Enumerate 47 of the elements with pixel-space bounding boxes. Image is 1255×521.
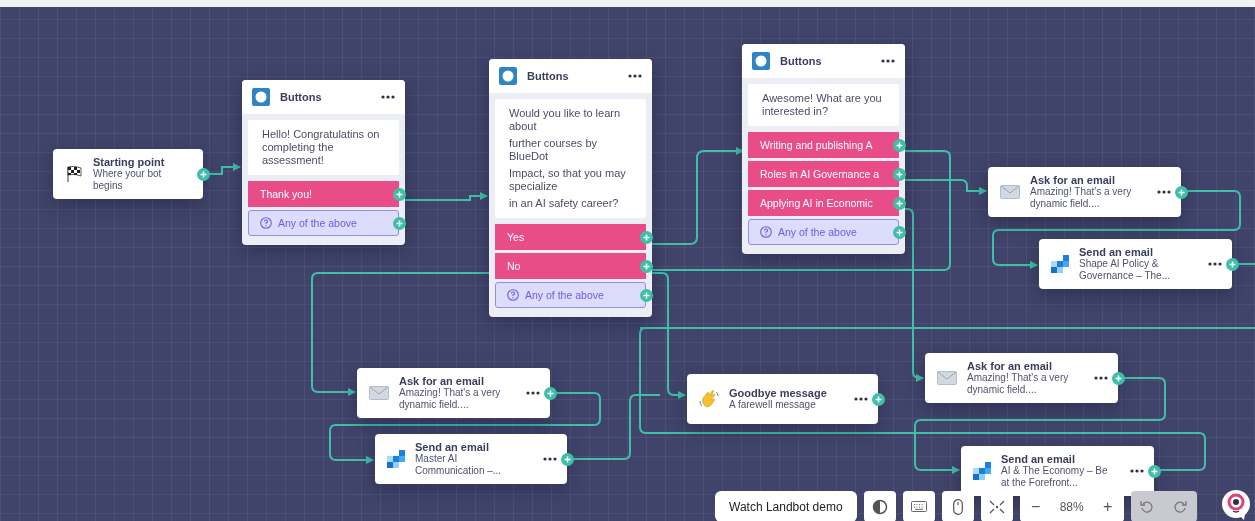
node-title: Starting point bbox=[93, 156, 166, 168]
buttons-node[interactable]: Buttons Hello! Congratulatins on completing the assessment! Thank you! Any of the above bbox=[242, 80, 405, 245]
reply-option[interactable]: Roles in AI Governance a bbox=[748, 161, 899, 187]
fallback-option[interactable]: Any of the above bbox=[748, 219, 899, 245]
node-subtitle: Amazing! That's a very dynamic field.... bbox=[967, 372, 1070, 396]
node-title: Ask for an email bbox=[967, 360, 1053, 372]
flow-node[interactable]: Ask for an email Amazing! That's a very dynamic field.... bbox=[988, 167, 1181, 217]
flow-node[interactable]: Send an email AI & The Economy – Be at the Forefront... bbox=[961, 446, 1154, 496]
reply-option[interactable]: Yes bbox=[495, 224, 646, 250]
fallback-option[interactable]: Any of the above bbox=[248, 210, 399, 236]
zoom-level: 88% bbox=[1058, 499, 1085, 514]
node-title: Buttons bbox=[527, 70, 570, 82]
reply-option[interactable]: Thank you! bbox=[248, 181, 399, 207]
message-text: Awesome! What are you interested in? bbox=[762, 92, 883, 118]
reply-option[interactable]: Applying AI in Economic bbox=[748, 190, 899, 216]
fallback-option[interactable]: Any of the above bbox=[495, 282, 646, 308]
node-title: Buttons bbox=[780, 55, 823, 67]
node-title: Ask for an email bbox=[399, 375, 485, 387]
message-text: Would you like to learn about bbox=[509, 107, 622, 133]
flow-node[interactable]: Goodbye message A farewell message bbox=[687, 374, 878, 424]
flow-node[interactable]: Ask for an email Amazing! That's a very dynamic field.... bbox=[357, 368, 550, 418]
buttons-node[interactable]: Buttons Awesome! What are you interested in? Writing and publishing A Roles in AI Governance a Applying AI in Economic Any of the above bbox=[742, 44, 905, 254]
node-subtitle: Shape AI Policy & Governance – The... bbox=[1079, 258, 1171, 282]
node-title: Ask for an email bbox=[1030, 174, 1116, 186]
node-title: Send an email bbox=[1001, 453, 1076, 465]
node-subtitle: Master AI Communication –... bbox=[415, 453, 503, 477]
node-subtitle: A farewell message bbox=[729, 399, 817, 411]
node-subtitle: Amazing! That's a very dynamic field.... bbox=[399, 387, 502, 411]
flow-node[interactable]: Send an email Master AI Communication –... bbox=[375, 434, 567, 484]
buttons-node[interactable]: Buttons Would you like to learn about further courses by BlueDot Impact, so that you may specialize in an AI safety career? Yes No Any of the above bbox=[489, 59, 652, 317]
message-text: in an AI safety career? bbox=[509, 197, 620, 210]
flow-node[interactable]: Ask for an email Amazing! That's a very dynamic field.... bbox=[925, 353, 1118, 403]
demo-button[interactable]: Watch Landbot demo bbox=[715, 491, 857, 521]
start-node[interactable]: Starting point Where your bot begins bbox=[53, 149, 203, 199]
flow-node[interactable]: Send an email Shape AI Policy & Governance – The... bbox=[1039, 239, 1232, 289]
message-text: further courses by BlueDot bbox=[509, 137, 599, 163]
node-title: Send an email bbox=[415, 441, 490, 453]
reply-option[interactable]: Writing and publishing A bbox=[748, 132, 899, 158]
node-subtitle: AI & The Economy – Be at the Forefront... bbox=[1001, 465, 1109, 489]
node-subtitle: Amazing! That's a very dynamic field.... bbox=[1030, 186, 1133, 210]
node-title: Send an email bbox=[1079, 246, 1154, 258]
message-text: Hello! Congratulatins on completing the assessment! bbox=[262, 128, 381, 167]
node-title: Goodbye message bbox=[729, 387, 828, 399]
reply-option[interactable]: No bbox=[495, 253, 646, 279]
message-text: Impact, so that you may specialize bbox=[509, 167, 627, 193]
node-title: Buttons bbox=[280, 91, 323, 103]
node-subtitle: Where your bot begins bbox=[93, 168, 162, 192]
